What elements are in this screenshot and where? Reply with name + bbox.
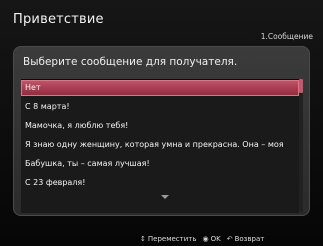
scrollbar-thumb[interactable]	[299, 79, 303, 93]
key-hints: ↕ Переместить ◉ OK ↶ Возврат	[140, 234, 270, 244]
list-item[interactable]: Я знаю одну женщину, которая умна и прек…	[21, 137, 299, 153]
hint-move: ↕ Переместить	[140, 235, 196, 243]
prompt-label: Выберите сообщение для получателя.	[23, 56, 238, 68]
updown-arrows-icon: ↕	[140, 235, 146, 243]
hint-back: ↶ Возврат	[227, 235, 265, 243]
list-item[interactable]: С 8 марта!	[21, 99, 299, 115]
list-item[interactable]: Нет	[21, 80, 299, 96]
list-scrollbar[interactable]	[299, 79, 303, 212]
hint-back-label: Возврат	[234, 235, 265, 243]
hint-ok-label: OK	[210, 235, 221, 243]
list-item[interactable]: С 23 февраля!	[21, 175, 299, 191]
message-list[interactable]: Нет С 8 марта! Мамочка, я люблю тебя! Я …	[21, 79, 299, 213]
hint-move-label: Переместить	[147, 235, 197, 243]
return-arrow-icon: ↶	[226, 235, 233, 243]
step-indicator: 1.Сообщение	[260, 32, 313, 41]
scroll-down-icon[interactable]	[161, 195, 169, 199]
message-panel: Выберите сообщение для получателя. Нет С…	[13, 46, 310, 216]
ok-dot-icon: ◉	[202, 235, 209, 243]
hint-ok: ◉ OK	[202, 235, 220, 243]
page-title: Приветствие	[13, 12, 104, 27]
list-item[interactable]: Бабушка, ты – самая лучшая!	[21, 156, 299, 172]
list-item[interactable]: Мамочка, я люблю тебя!	[21, 118, 299, 134]
greeting-screen: Приветствие 1.Сообщение Выберите сообщен…	[0, 0, 323, 246]
